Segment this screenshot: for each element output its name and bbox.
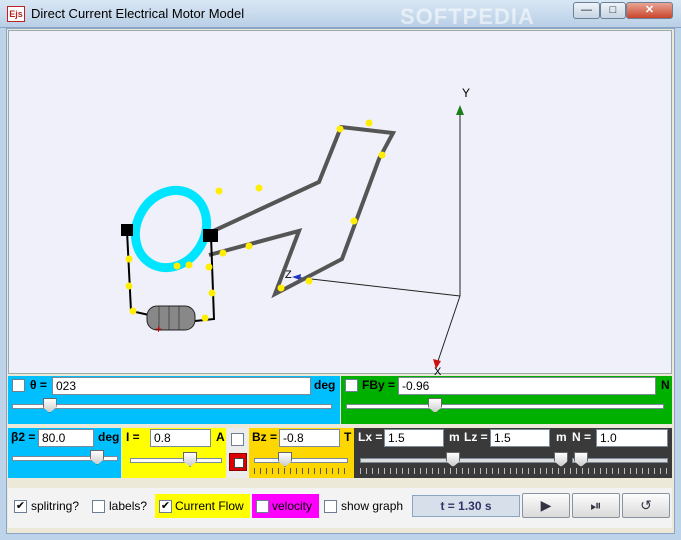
coil-wire bbox=[208, 124, 397, 299]
time-display: t = 1.30 s bbox=[412, 495, 520, 517]
labels-label: labels? bbox=[109, 499, 148, 513]
battery-plus: + bbox=[155, 322, 162, 336]
theta-input[interactable]: 023 bbox=[52, 377, 311, 395]
brush-right bbox=[203, 229, 218, 242]
fby-checkbox[interactable] bbox=[345, 379, 358, 392]
show-graph-label: show graph bbox=[341, 499, 404, 513]
bz-label: Bz = bbox=[252, 430, 278, 444]
bz-ticks bbox=[254, 468, 348, 474]
dimension-ticks bbox=[360, 468, 668, 474]
lx-unit: m bbox=[449, 430, 460, 444]
b2-unit: deg bbox=[98, 430, 120, 444]
brush-left bbox=[121, 224, 133, 236]
watermark: SOFTPEDIA bbox=[400, 4, 535, 29]
motor-scene: Y Z X + bbox=[121, 86, 470, 378]
lx-input[interactable]: 1.5 bbox=[384, 429, 444, 447]
n-label: N = bbox=[572, 430, 592, 444]
labels-checkbox[interactable] bbox=[92, 500, 105, 513]
z-axis-line bbox=[293, 276, 461, 297]
show-graph-checkbox[interactable] bbox=[324, 500, 337, 513]
window-title: Direct Current Electrical Motor Model bbox=[31, 6, 245, 21]
current-unit: A bbox=[216, 430, 225, 444]
maximize-button[interactable]: □ bbox=[600, 2, 626, 19]
theta-unit: deg bbox=[314, 378, 336, 392]
close-button[interactable]: ✕ bbox=[626, 2, 673, 19]
lz-input[interactable]: 1.5 bbox=[490, 429, 550, 447]
step-button[interactable]: ⏯ bbox=[572, 493, 620, 518]
current-label: I = bbox=[126, 430, 140, 444]
reset-icon: ↺ bbox=[640, 497, 652, 513]
fby-input[interactable]: -0.96 bbox=[398, 377, 656, 395]
play-button[interactable]: ▶ bbox=[522, 493, 570, 518]
velocity-label: velocity bbox=[272, 499, 313, 513]
splitring-checkbox[interactable]: ✔ bbox=[14, 500, 27, 513]
lx-label: Lx = bbox=[358, 430, 383, 444]
play-icon: ▶ bbox=[540, 497, 552, 513]
step-icon: ⏯ bbox=[590, 497, 602, 513]
velocity-checkbox[interactable] bbox=[256, 500, 269, 513]
stop-indicator[interactable] bbox=[229, 453, 247, 471]
current-input[interactable]: 0.8 bbox=[150, 429, 211, 447]
z-axis-label: Z bbox=[285, 269, 292, 281]
current-flow-checkbox[interactable]: ✔ bbox=[159, 500, 172, 513]
bz-slider-track[interactable] bbox=[254, 458, 348, 463]
reset-button[interactable]: ↺ bbox=[622, 493, 670, 518]
n-input[interactable]: 1.0 bbox=[596, 429, 668, 447]
current-flow-dots bbox=[125, 119, 386, 322]
app-icon: Ejs bbox=[7, 6, 25, 22]
theta-slider-track[interactable] bbox=[12, 404, 332, 409]
bz-unit: T bbox=[344, 430, 352, 444]
theta-label: θ = bbox=[30, 378, 47, 392]
current-flow-label: Current Flow bbox=[175, 499, 244, 513]
x-axis-line bbox=[436, 295, 461, 365]
b2-label: β2 = bbox=[11, 430, 36, 444]
motor-3d-view[interactable]: Y Z X + bbox=[8, 30, 672, 378]
bz-checkbox[interactable] bbox=[231, 433, 244, 446]
lz-label: Lz = bbox=[464, 430, 488, 444]
fby-unit: N bbox=[661, 378, 670, 392]
lz-unit: m bbox=[556, 430, 567, 444]
theta-checkbox[interactable] bbox=[12, 379, 25, 392]
fby-label: FBy = bbox=[362, 378, 396, 392]
fby-slider-track[interactable] bbox=[346, 404, 664, 409]
b2-input[interactable]: 80.0 bbox=[38, 429, 94, 447]
current-slider-track[interactable] bbox=[130, 458, 222, 463]
splitring-label: splitring? bbox=[31, 499, 80, 513]
y-axis-arrow bbox=[456, 105, 464, 115]
y-axis-label: Y bbox=[462, 86, 470, 100]
x-axis-label: X bbox=[434, 366, 442, 375]
bz-input[interactable]: -0.8 bbox=[279, 429, 340, 447]
minimize-button[interactable]: — bbox=[573, 2, 600, 19]
